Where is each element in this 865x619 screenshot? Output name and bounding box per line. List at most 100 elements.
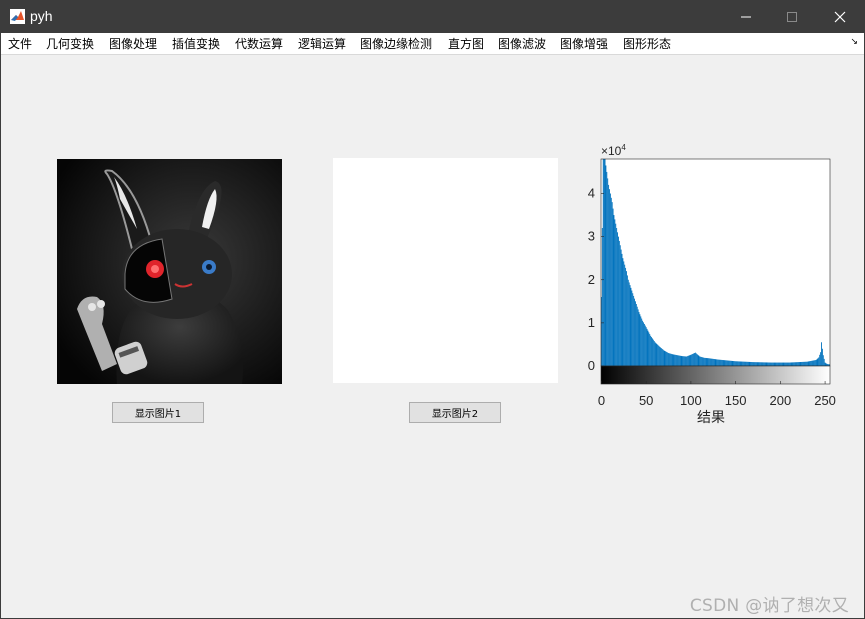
- histogram-bar: [766, 362, 768, 366]
- histogram-bar: [752, 362, 754, 366]
- histogram-bar: [662, 349, 664, 366]
- histogram-bar: [725, 360, 727, 366]
- histogram-bar: [694, 352, 696, 366]
- histogram-bar: [765, 362, 767, 366]
- histogram-bar: [634, 298, 635, 366]
- y-tick-label: 1: [588, 315, 595, 330]
- histogram-bar: [775, 362, 777, 366]
- histogram-bar: [759, 362, 761, 366]
- histogram-bar: [612, 208, 614, 366]
- histogram-bar: [676, 355, 678, 366]
- histogram-bar: [735, 361, 737, 366]
- y-tick-label: 4: [588, 186, 595, 201]
- histogram-bar: [667, 352, 669, 366]
- histogram-bar: [604, 159, 606, 366]
- menu-overflow-chevron-icon[interactable]: ↘: [850, 37, 858, 47]
- histogram-bar: [639, 314, 641, 366]
- menu-geometric-transform[interactable]: 几何变换: [46, 36, 94, 52]
- histogram-bar: [674, 354, 676, 366]
- histogram-bar: [811, 360, 813, 366]
- menu-logic-ops[interactable]: 逻辑运算: [298, 36, 346, 52]
- histogram-bar: [703, 357, 705, 366]
- histogram-bar: [643, 323, 645, 366]
- histogram-bar: [787, 362, 789, 366]
- histogram-bar: [806, 361, 808, 366]
- histogram-bar: [664, 350, 666, 366]
- histogram-bar: [818, 357, 820, 367]
- y-tick-label: 0: [588, 358, 595, 373]
- menu-image-enhance[interactable]: 图像增强: [560, 36, 608, 52]
- histogram-bar: [740, 361, 742, 366]
- menu-image-filter[interactable]: 图像滤波: [498, 36, 546, 52]
- y-tick-label: 2: [588, 272, 595, 287]
- histogram-bar: [629, 285, 631, 366]
- histogram-bar: [812, 360, 813, 366]
- histogram-bar: [744, 361, 746, 366]
- histogram-bar: [727, 360, 729, 366]
- histogram-bar: [682, 356, 684, 366]
- histogram-bar: [692, 353, 694, 366]
- histogram-bar: [739, 361, 741, 366]
- histogram-bar: [817, 358, 819, 366]
- histogram-bar: [660, 347, 661, 366]
- histogram-bar: [821, 342, 822, 366]
- histogram-bar: [720, 359, 722, 366]
- x-axis-ticks: 0 50 100 150 200 250: [598, 381, 836, 408]
- histogram-bar: [684, 356, 686, 366]
- histogram-bar: [678, 355, 680, 366]
- histogram-bar: [786, 362, 788, 366]
- menu-interpolation[interactable]: 插值变换: [172, 36, 220, 52]
- histogram-bar: [618, 240, 620, 366]
- histogram-bar: [711, 358, 712, 366]
- histogram-bar: [704, 357, 706, 366]
- histogram-bar: [649, 334, 651, 366]
- histogram-bar: [640, 316, 642, 366]
- histogram-bar: [719, 359, 720, 366]
- histogram-bar: [619, 245, 621, 366]
- histogram-bar: [624, 264, 626, 366]
- image-2-display: [333, 158, 558, 383]
- histogram-bar: [762, 362, 764, 366]
- menu-file[interactable]: 文件: [8, 36, 32, 52]
- histogram-bar: [673, 354, 675, 366]
- menu-morphology[interactable]: 图形形态: [623, 36, 671, 52]
- maximize-button[interactable]: [769, 1, 815, 33]
- histogram-bar: [824, 362, 826, 366]
- minimize-icon: [741, 16, 751, 18]
- histogram-bar: [745, 361, 746, 366]
- show-image-1-button[interactable]: 显示图片1: [112, 402, 204, 423]
- histogram-bar: [819, 354, 821, 366]
- histogram-bar: [691, 354, 693, 366]
- menu-image-processing[interactable]: 图像处理: [109, 36, 157, 52]
- menu-bar: 文件 几何变换 图像处理 插值变换 代数运算 逻辑运算 图像边缘检测 直方图 图…: [1, 33, 864, 55]
- menu-algebraic-ops[interactable]: 代数运算: [235, 36, 283, 52]
- histogram-bar: [709, 358, 711, 366]
- histogram-bar: [614, 219, 616, 367]
- histogram-bar: [657, 344, 659, 366]
- x-axis-label: 结果: [697, 410, 725, 426]
- histogram-bar: [796, 362, 798, 366]
- histogram-bar: [784, 362, 786, 366]
- histogram-bar: [615, 223, 617, 366]
- histogram-bar: [661, 348, 663, 366]
- histogram-bar: [609, 193, 611, 366]
- histogram-svg: 0 1 2 3 4 0 50 100 150 200 250 ×104 结果: [588, 143, 836, 426]
- histogram-bar: [655, 343, 657, 366]
- minimize-button[interactable]: [723, 1, 769, 33]
- histogram-bar: [749, 361, 751, 366]
- close-button[interactable]: [817, 1, 863, 33]
- histogram-bar: [694, 353, 695, 366]
- histogram-bar: [630, 287, 632, 366]
- histogram-bar: [820, 352, 822, 366]
- histogram-bar: [660, 348, 662, 366]
- histogram-bar: [732, 361, 734, 366]
- show-image-2-button[interactable]: 显示图片2: [409, 402, 501, 423]
- histogram-bar: [616, 228, 618, 366]
- histogram-bar: [718, 359, 720, 366]
- menu-histogram[interactable]: 直方图: [448, 36, 484, 52]
- histogram-bar: [642, 320, 644, 366]
- menu-edge-detection[interactable]: 图像边缘检测: [360, 36, 432, 52]
- histogram-bar: [722, 360, 724, 366]
- title-bar[interactable]: pyh: [1, 1, 864, 33]
- histogram-bar: [793, 362, 795, 366]
